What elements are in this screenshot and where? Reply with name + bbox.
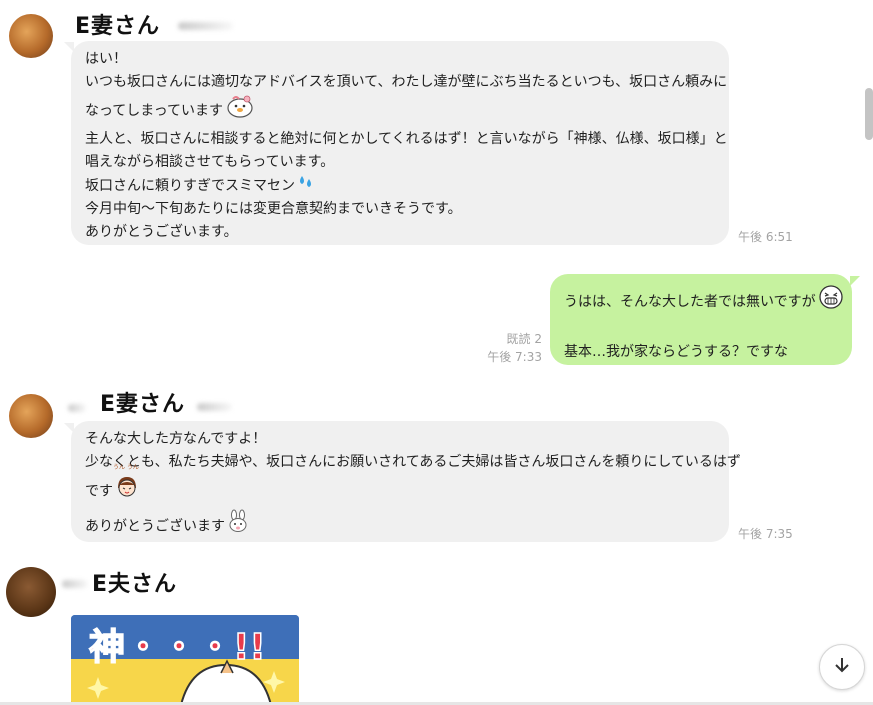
message-line: ありがとうございます。 bbox=[85, 224, 238, 240]
message-line: 坂口さんに頼りすぎでスミマセン bbox=[85, 174, 715, 198]
message-timestamp: 午後 6:51 bbox=[738, 230, 793, 244]
blurred-name-suffix bbox=[197, 403, 232, 411]
message-line: ありがとうございます bbox=[85, 509, 715, 544]
blurred-name-prefix bbox=[62, 580, 88, 588]
bunny-emoji-icon bbox=[227, 509, 249, 544]
blurred-name-suffix bbox=[178, 22, 233, 30]
sender-name: E妻さん bbox=[75, 14, 161, 39]
message-line: はい！ bbox=[85, 51, 127, 67]
avatar-e-wife[interactable] bbox=[9, 14, 53, 58]
emoji-caption: うん うん bbox=[113, 464, 139, 471]
laughing-face-icon bbox=[818, 284, 844, 320]
message-text: ありがとうございます bbox=[85, 518, 225, 535]
message-line: いつも坂口さんには適切なアドバイスを頂いて、わたし達が壁にぶち当たるといつも、坂… bbox=[85, 74, 728, 90]
message-text: なってしまっています bbox=[85, 103, 224, 119]
message-text: です bbox=[85, 483, 113, 500]
message-timestamp: 午後 7:35 bbox=[738, 527, 793, 541]
message-timestamp: 午後 7:33 bbox=[487, 350, 542, 364]
bubble-tail bbox=[850, 276, 860, 286]
blurred-name-prefix bbox=[68, 404, 86, 412]
message-line: なってしまっています bbox=[85, 94, 715, 128]
bird-emoji-icon bbox=[225, 94, 255, 128]
scroll-down-button[interactable] bbox=[819, 644, 865, 690]
message-bubble[interactable]: はい！ いつも坂口さんには適切なアドバイスを頂いて、わたし達が壁にぶち当たるとい… bbox=[71, 41, 729, 245]
nodding-girl-emoji-icon: うん うん bbox=[113, 464, 139, 509]
message-text: うはは、そんな大した者では無いですが bbox=[564, 294, 816, 310]
avatar-e-wife[interactable] bbox=[9, 394, 53, 438]
message-line: うはは、そんな大した者では無いですが bbox=[564, 284, 843, 320]
message-text: 坂口さんに頼りすぎでスミマセン bbox=[85, 178, 295, 194]
message-line: 主人と、坂口さんに相談すると絶対に何とかしてくれるはず！と言いながら「神様、仏様… bbox=[85, 131, 728, 147]
sticker-text: 神・・・!! bbox=[89, 627, 266, 668]
message-line: 唱えながら相談させてもらっています。 bbox=[85, 154, 335, 170]
sender-name: E夫さん bbox=[92, 572, 178, 597]
god-sticker[interactable]: 神・・・!! bbox=[71, 615, 299, 705]
avatar-e-husband[interactable] bbox=[6, 567, 56, 617]
message-line: 基本…我が家ならどうする？ですな bbox=[564, 344, 788, 360]
message-bubble[interactable]: そんな大した方なんですよ！ 少なくとも、私たち夫婦や、坂口さんにお願いされてある… bbox=[71, 421, 741, 544]
scrollbar-thumb[interactable] bbox=[865, 88, 873, 140]
message-line: です うん うん bbox=[85, 464, 715, 509]
sweat-drops-icon bbox=[297, 174, 315, 198]
read-receipt: 既読 2 bbox=[506, 332, 542, 346]
message-line: 今月中旬〜下旬あたりには変更合意契約までいきそうです。 bbox=[85, 201, 462, 217]
message-line: 少なくとも、私たち夫婦や、坂口さんにお願いされてあるご夫婦は皆さん坂口さんを頼り… bbox=[85, 454, 741, 470]
arrow-down-icon bbox=[833, 656, 851, 678]
sender-name: E妻さん bbox=[100, 392, 186, 417]
message-line: そんな大した方なんですよ！ bbox=[85, 431, 267, 447]
message-bubble-outgoing[interactable]: うはは、そんな大した者では無いですが 基本…我が家ならどうする？ですな bbox=[550, 274, 852, 365]
